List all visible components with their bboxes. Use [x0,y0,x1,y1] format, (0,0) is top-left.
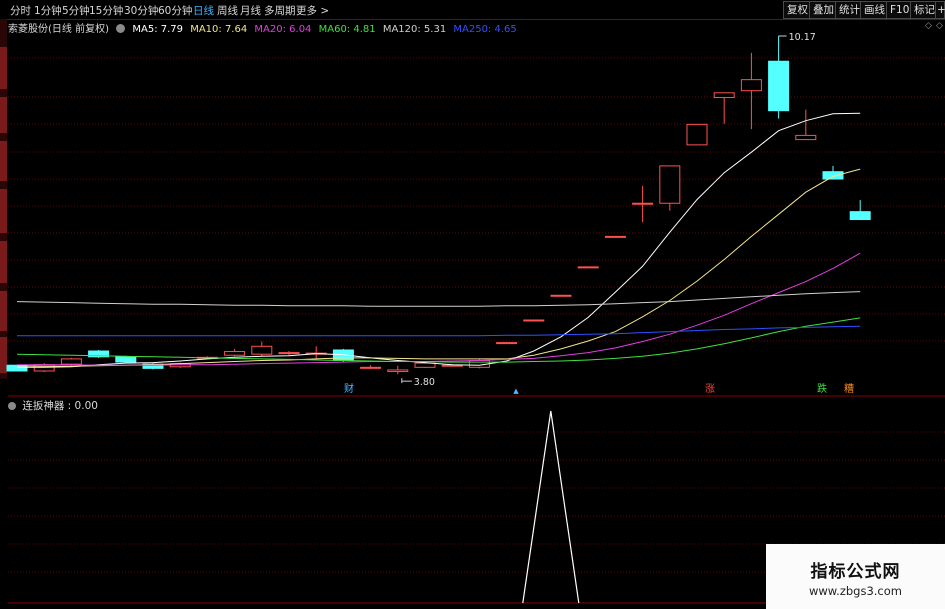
ma60-line [16,317,861,363]
candle-body [115,356,137,363]
side-tab[interactable] [0,337,7,373]
candle-body [740,79,762,92]
period-toolbar: 分时 1分钟 5分钟 15分钟 30分钟 60分钟 日线 周线 月线 多周期 更… [0,0,945,20]
period-tab-multi[interactable]: 多周期 [264,3,296,18]
indicator-header: 连扳神器 : 0.00 [8,398,98,413]
candle-body [713,92,735,99]
low-price-label: 3.80 [414,377,435,388]
add-button[interactable]: + [935,1,945,19]
period-tab-more[interactable]: 更多 > [296,3,329,18]
candle-body [332,349,354,361]
indicator-title: 连扳神器 : 0.00 [22,400,98,412]
candle-body [360,366,382,369]
side-tab[interactable] [0,141,7,181]
period-tab-1min[interactable]: 1分钟 [34,3,62,18]
candle-body [224,351,246,356]
side-tab[interactable] [0,189,7,233]
ma120-line [16,291,861,307]
event-marker: 涨 [705,383,715,395]
ma250-line [17,325,861,337]
period-tab-weekly[interactable]: 周线 [217,3,238,18]
candle-body [414,362,436,368]
candle-body [496,342,518,345]
ma-legend: 索菱股份(日线 前复权) MA5: 7.79 MA10: 7.64 MA20: … [8,20,521,35]
candle-body [387,369,409,373]
expand-diamond-icon[interactable]: ◇ [936,21,943,31]
period-tab-30min[interactable]: 30分钟 [124,3,158,18]
watermark: 指标公式网 www.zbgs3.com [766,544,945,609]
side-tab[interactable] [0,47,7,89]
candle-body [60,358,82,365]
period-tab-5min[interactable]: 5分钟 [62,3,90,18]
candle-body [659,165,681,204]
candle-body [196,356,218,359]
high-price-label: 10.17 [789,32,816,43]
candle-body [550,294,572,297]
kline-chart: 10.17 3.80 财 ▲ 涨 跌 糟 [6,32,945,604]
side-tab-strip [0,19,7,379]
event-marker: 跌 [817,382,827,395]
fuquan-button[interactable]: 复权 [783,1,812,19]
side-tab[interactable] [0,241,7,283]
indicator-settings-icon[interactable] [8,402,16,410]
candle-body [632,202,654,205]
candle-body [142,363,164,369]
candle-body [251,345,273,355]
side-tab[interactable] [0,97,7,133]
event-marker: 财 [344,382,354,395]
candle-body [6,364,28,372]
candle-body [577,266,599,269]
indicator-line [522,410,580,604]
period-tab-monthly[interactable]: 月线 [240,3,261,18]
overlay-button[interactable]: 叠加 [809,1,838,19]
period-tab-60min[interactable]: 60分钟 [158,3,192,18]
candle-body [768,60,790,112]
ma10-line [16,168,861,367]
candle-body [604,235,626,238]
candle-body [305,352,327,355]
ma20-legend: MA20: 6.04 [254,24,312,35]
watermark-url: www.zbgs3.com [809,584,902,598]
candle-body [686,123,708,146]
stock-title: 索菱股份(日线 前复权) [8,24,109,35]
event-marker: 糟 [844,382,854,395]
candle-body [33,364,55,372]
period-tab-15min[interactable]: 15分钟 [89,3,123,18]
side-tab[interactable] [0,291,7,331]
ma5-line [17,112,861,368]
ma250-legend: MA250: 4.65 [453,24,517,35]
ma120-legend: MA120: 5.31 [382,24,447,35]
period-tab-daily[interactable]: 日线 [193,3,214,18]
candle-body [278,352,300,355]
event-marker: ▲ [513,387,519,395]
candle-body [523,319,545,322]
ma5-legend: MA5: 7.79 [132,24,184,35]
watermark-title: 指标公式网 [810,562,901,582]
candle-body [795,134,817,141]
ma20-line [17,252,861,366]
candle-body [441,364,463,367]
ma10-legend: MA10: 7.64 [190,24,248,35]
draw-line-button[interactable]: 画线 [860,1,889,19]
settings-dot-icon[interactable] [116,24,126,33]
candle-body [849,211,871,221]
ma60-legend: MA60: 4.81 [318,24,376,35]
candle-body [468,359,490,368]
candle-body [169,363,191,368]
period-tab-fenshi[interactable]: 分时 [10,3,31,18]
candle-body [822,171,844,180]
candle-body [88,350,110,358]
collapse-diamond-icon[interactable]: ◇ [925,21,932,31]
